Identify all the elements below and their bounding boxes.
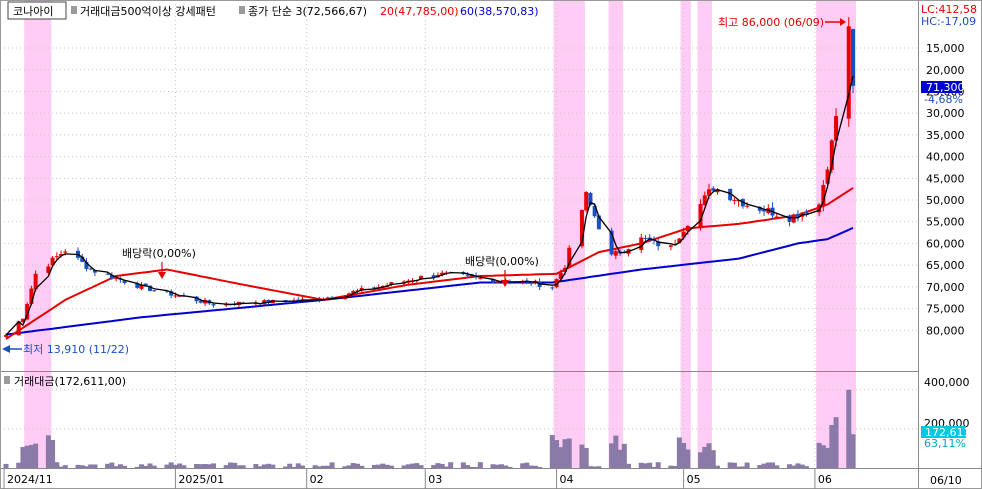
- price-tick-label: 30,000: [926, 107, 965, 120]
- volume-bar: [507, 466, 513, 468]
- ma3-legend: 종가 단순 3(72,566,67): [248, 5, 367, 18]
- last-date-label: 06/10: [930, 474, 962, 487]
- candle-body: [287, 302, 292, 304]
- volume-bar: [566, 438, 572, 468]
- volume-bar: [744, 462, 750, 468]
- candle-body: [211, 304, 216, 306]
- price-tick-label: 55,000: [926, 216, 965, 229]
- candle-body: [639, 237, 644, 251]
- candle-body: [550, 287, 555, 289]
- volume-bar: [710, 450, 716, 468]
- volume-bar: [685, 449, 691, 468]
- candle-body: [4, 335, 8, 337]
- candle-body: [613, 251, 618, 256]
- high-annotation: 최고 86,000 (06/09): [718, 16, 824, 29]
- candle-body: [152, 290, 157, 292]
- price-tick-label: 80,000: [926, 324, 965, 337]
- volume-bar: [850, 434, 856, 468]
- volume-bar: [151, 465, 157, 468]
- date-tick-label: 2024/11: [7, 473, 53, 486]
- candle-body: [804, 211, 809, 214]
- volume-bar: [583, 447, 589, 468]
- condition-label: 거래대금500억이상 강세패턴: [80, 5, 216, 18]
- volume-tick-400k: 400,000: [924, 376, 970, 389]
- volume-bar: [448, 462, 454, 468]
- hc-label: HC:-17,09: [921, 15, 976, 28]
- price-tick-label: 70,000: [926, 281, 965, 294]
- candle-body: [54, 256, 59, 258]
- volume-bar: [122, 465, 128, 468]
- candle-body: [774, 216, 779, 218]
- volume-bar: [211, 463, 217, 468]
- volume-bar: [3, 463, 9, 468]
- candle-body: [791, 214, 796, 223]
- volume-bar: [803, 466, 809, 468]
- candle-body: [846, 26, 851, 119]
- ma20-legend: 20(47,785,00): [380, 5, 459, 18]
- candle-body: [63, 251, 68, 253]
- candle-body: [732, 200, 737, 202]
- volume-bar: [33, 443, 39, 468]
- current-change: -4,68%: [924, 93, 963, 106]
- volume-marker: [4, 376, 10, 384]
- dividend-annotation-1: 배당락(0,00%): [122, 247, 196, 260]
- price-tick-label: 45,000: [926, 172, 965, 185]
- date-tick-label: 03: [428, 473, 442, 486]
- volume-bar: [270, 464, 276, 468]
- candle-body: [478, 278, 483, 280]
- volume-bar: [833, 417, 839, 468]
- date-tick-label: 04: [560, 473, 574, 486]
- price-tick-label: 75,000: [926, 303, 965, 316]
- volume-bar: [92, 464, 98, 468]
- volume-bar: [62, 465, 68, 468]
- price-tick-label: 35,000: [926, 129, 965, 142]
- price-tick-label: 40,000: [926, 151, 965, 164]
- volume-bar: [388, 465, 394, 468]
- volume-bar: [655, 462, 661, 468]
- volume-bar: [774, 465, 780, 468]
- symbol-name[interactable]: 코나아이: [13, 5, 53, 18]
- date-tick-label: 2025/01: [178, 473, 224, 486]
- volume-bar: [329, 462, 335, 468]
- candle-body: [745, 205, 750, 207]
- candle-body: [668, 245, 673, 247]
- dividend-annotation-2: 배당락(0,00%): [465, 255, 539, 268]
- volume-bar: [537, 467, 543, 468]
- ma-legend-marker: [239, 6, 245, 14]
- date-tick-label: 05: [687, 473, 701, 486]
- price-tick-label: 65,000: [926, 259, 965, 272]
- volume-title: 거래대금(172,611,00): [14, 375, 126, 388]
- date-tick-label: 06: [818, 473, 832, 486]
- price-tick-label: 20,000: [926, 64, 965, 77]
- volume-bar: [477, 462, 483, 468]
- volume-bar: [596, 466, 602, 468]
- volume-bar: [626, 463, 632, 468]
- candle-body: [173, 295, 178, 297]
- candle-body: [711, 188, 716, 191]
- volume-bar: [359, 465, 365, 468]
- stock-chart[interactable]: 코나아이 거래대금500억이상 강세패턴 종가 단순 3(72,566,67) …: [0, 0, 982, 489]
- price-tick-label: 15,000: [926, 42, 965, 55]
- condition-marker: [71, 6, 77, 14]
- current-volume-pct: 63,11%: [924, 437, 966, 450]
- volume-bar: [181, 465, 187, 468]
- volume-bar: [418, 465, 424, 468]
- low-annotation: 최저 13,910 (11/22): [23, 343, 129, 356]
- candle-body: [584, 191, 589, 211]
- volume-bar: [299, 465, 305, 468]
- price-tick-label: 50,000: [926, 194, 965, 207]
- volume-bar: [714, 465, 720, 468]
- candle-body: [643, 237, 648, 239]
- price-tick-label: 60,000: [926, 237, 965, 250]
- date-tick-label: 02: [310, 473, 324, 486]
- volume-bar: [240, 465, 246, 468]
- ma60-legend: 60(38,570,83): [460, 5, 539, 18]
